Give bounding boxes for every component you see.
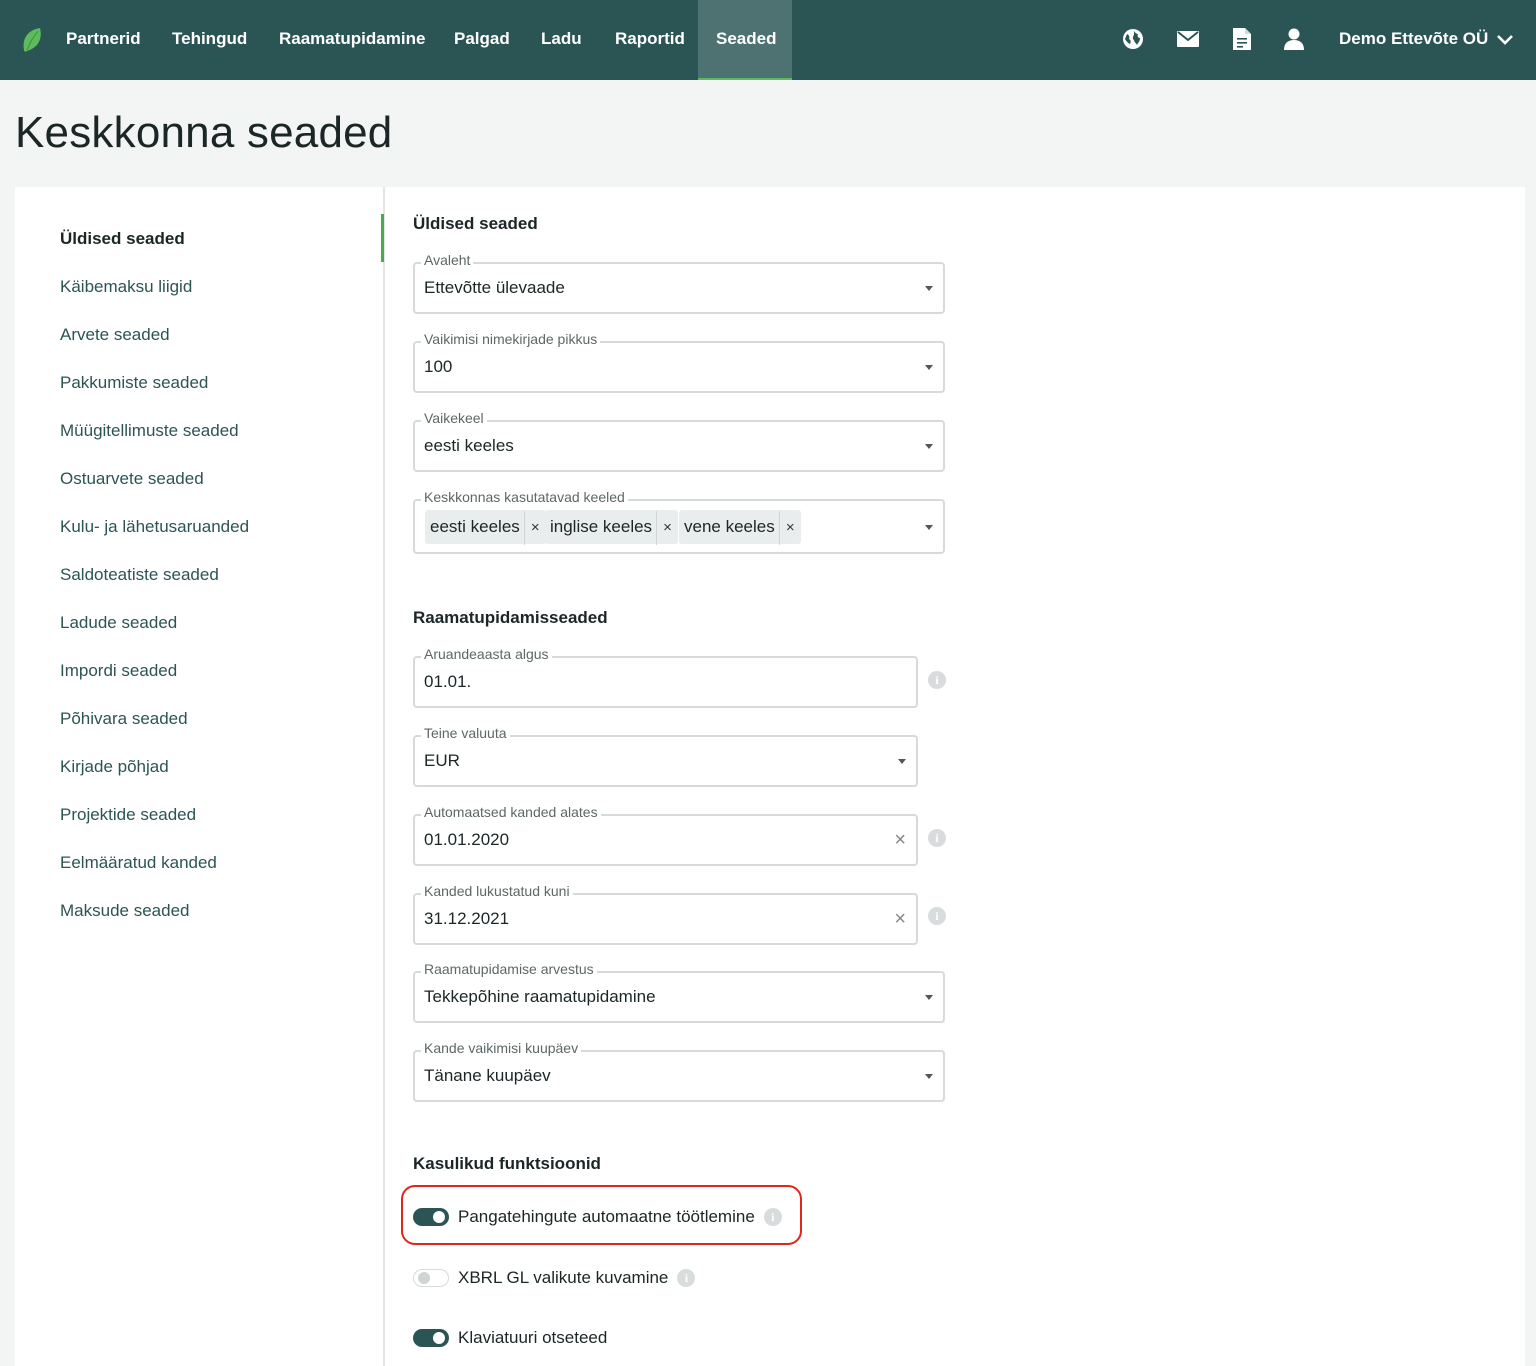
list-length-value: 100 [424,357,453,376]
home-page-select[interactable]: Avaleht Ettevõtte ülevaade [413,252,945,314]
home-page-label: Avaleht [421,252,474,268]
sidebar-item-pakkumiste-seaded[interactable]: Pakkumiste seaded [60,373,208,393]
accounting-method-select[interactable]: Raamatupidamise arvestus Tekkepõhine raa… [413,961,945,1023]
fiscal-year-start-label: Aruandeaasta algus [421,646,552,662]
home-page-value: Ettevõtte ülevaade [424,278,565,297]
caret-down-icon[interactable] [925,1074,933,1079]
nav-item-tehingud[interactable]: Tehingud [154,0,265,80]
user-icon[interactable] [1281,26,1307,52]
caret-down-icon[interactable] [925,365,933,370]
sidebar-item-ostuarvete-seaded[interactable]: Ostuarvete seaded [60,469,204,489]
fiscal-year-start-input[interactable]: Aruandeaasta algus 01.01. [413,646,918,708]
sidebar-item-pohivara-seaded[interactable]: Põhivara seaded [60,709,188,729]
company-name: Demo Ettevõte OÜ [1339,29,1489,48]
language-chip-label: eesti keeles [430,517,520,536]
nav-item-raportid[interactable]: Raportid [597,0,703,80]
language-chip-label: vene keeles [684,517,775,536]
mail-icon[interactable] [1175,26,1201,52]
sidebar-item-projektide-seaded[interactable]: Projektide seaded [60,805,196,825]
info-icon[interactable]: i [677,1269,696,1287]
sidebar-item-eelmaaratud-kanded[interactable]: Eelmääratud kanded [60,853,217,873]
list-length-label: Vaikimisi nimekirjade pikkus [421,331,601,347]
sidebar-item-uldised-seaded[interactable]: Üldised seaded [60,229,185,249]
default-entry-date-label: Kande vaikimisi kuupäev [421,1040,582,1056]
caret-down-icon[interactable] [898,759,906,764]
section-title-general: Üldised seaded [413,214,538,233]
sidebar-active-indicator [381,214,384,262]
remove-chip-icon[interactable]: × [523,511,546,545]
sidebar-item-saldoteatiste-seaded[interactable]: Saldoteatiste seaded [60,565,219,585]
nav-item-seaded[interactable]: Seaded [698,0,792,80]
caret-down-icon[interactable] [925,995,933,1000]
xbrl-label: XBRL GL valikute kuvamine [458,1268,669,1287]
caret-down-icon[interactable] [925,525,933,530]
second-currency-value: EUR [424,751,460,770]
toggle-knob [418,1272,430,1284]
clear-icon[interactable]: × [894,909,906,929]
section-title-features: Kasulikud funktsioonid [413,1154,601,1173]
sidebar-item-kaibemaksu-liigid[interactable]: Käibemaksu liigid [60,277,192,297]
toggle-knob [433,1332,445,1344]
default-language-label: Vaikekeel [421,410,487,426]
default-entry-date-value: Tänane kuupäev [424,1066,551,1085]
second-currency-label: Teine valuuta [421,725,510,741]
sidebar-item-impordi-seaded[interactable]: Impordi seaded [60,661,177,681]
second-currency-select[interactable]: Teine valuuta EUR [413,725,918,787]
nav-item-palgad[interactable]: Palgad [436,0,528,80]
accounting-method-value: Tekkepõhine raamatupidamine [424,987,656,1006]
chevron-down-icon [1497,34,1514,45]
caret-down-icon[interactable] [925,444,933,449]
language-chip: eesti keeles × [425,510,546,545]
default-language-select[interactable]: Vaikekeel eesti keeles [413,410,945,472]
caret-down-icon[interactable] [925,286,933,291]
sidebar-item-maksude-seaded[interactable]: Maksude seaded [60,901,189,921]
auto-entries-value: 01.01.2020 [424,830,510,849]
fiscal-year-start-value: 01.01. [424,672,472,691]
company-switcher[interactable]: Demo Ettevõte OÜ [1339,0,1514,80]
sidebar-item-arvete-seaded[interactable]: Arvete seaded [60,325,170,345]
page-title: Keskkonna seaded [15,108,393,157]
xbrl-toggle[interactable] [413,1269,449,1287]
sidebar-item-kirjade-pohjad[interactable]: Kirjade põhjad [60,757,169,777]
locked-until-label: Kanded lukustatud kuni [421,883,573,899]
info-icon[interactable]: i [928,671,946,689]
remove-chip-icon[interactable]: × [778,511,801,545]
section-title-accounting: Raamatupidamisseaded [413,608,608,627]
sidebar-item-kulu-aruanded[interactable]: Kulu- ja lähetusaruanded [60,517,249,537]
list-length-select[interactable]: Vaikimisi nimekirjade pikkus 100 [413,331,945,393]
sidebar-item-muugitellimuste-seaded[interactable]: Müügitellimuste seaded [60,421,239,441]
languages-multiselect[interactable]: Keskkonnas kasutatavad keeled eesti keel… [413,489,945,554]
settings-card: Üldised seaded Käibemaksu liigid Arvete … [15,187,1525,1366]
nav-item-raamatupidamine[interactable]: Raamatupidamine [261,0,443,80]
document-icon[interactable] [1229,26,1255,52]
toggle-row-xbrl: XBRL GL valikute kuvamine i [413,1263,696,1293]
highlight-annotation [401,1185,802,1245]
locked-until-date-input[interactable]: Kanded lukustatud kuni 31.12.2021 × [413,883,918,945]
clear-icon[interactable]: × [894,830,906,850]
language-chip: inglise keeles × [545,510,679,545]
language-chip: vene keeles × [679,510,801,545]
remove-chip-icon[interactable]: × [656,511,678,545]
nav-item-ladu[interactable]: Ladu [523,0,600,80]
info-icon[interactable]: i [928,829,946,847]
locked-until-value: 31.12.2021 [424,909,510,928]
default-entry-date-select[interactable]: Kande vaikimisi kuupäev Tänane kuupäev [413,1040,945,1102]
language-chip-label: inglise keeles [550,517,653,536]
keyboard-shortcuts-label: Klaviatuuri otseteed [458,1328,608,1347]
sidebar-item-ladude-seaded[interactable]: Ladude seaded [60,613,177,633]
leaf-logo-icon[interactable] [20,26,44,54]
toggle-row-shortcuts: Klaviatuuri otseteed [413,1323,607,1353]
info-icon[interactable]: i [928,907,946,925]
languages-label: Keskkonnas kasutatavad keeled [421,489,628,505]
globe-icon[interactable] [1120,26,1146,52]
accounting-method-label: Raamatupidamise arvestus [421,961,597,977]
default-language-value: eesti keeles [424,436,514,455]
keyboard-shortcuts-toggle[interactable] [413,1329,449,1347]
auto-entries-date-input[interactable]: Automaatsed kanded alates 01.01.2020 × [413,804,918,866]
top-navigation-bar: Partnerid Tehingud Raamatupidamine Palga… [0,0,1536,80]
auto-entries-label: Automaatsed kanded alates [421,804,601,820]
nav-item-partnerid[interactable]: Partnerid [48,0,159,80]
settings-sidebar: Üldised seaded Käibemaksu liigid Arvete … [15,187,385,1366]
